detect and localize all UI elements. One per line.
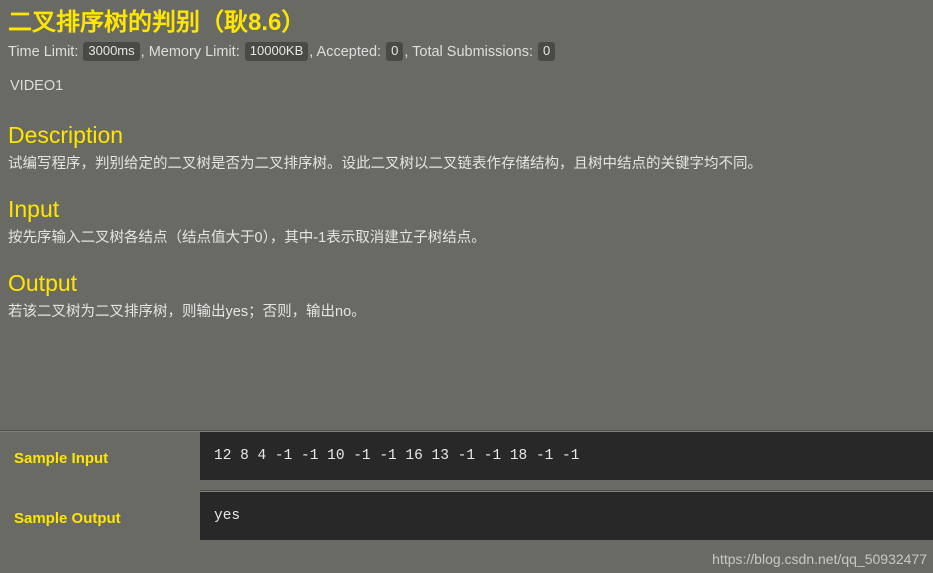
meta-comma-1: , <box>140 44 145 61</box>
problem-meta-line: Time Limit: 3000ms, Memory Limit: 10000K… <box>0 36 933 62</box>
sample-area: Sample Input 12 8 4 -1 -1 10 -1 -1 16 13… <box>0 430 933 540</box>
time-limit-value: 3000ms <box>83 42 140 62</box>
sample-output-label: Sample Output <box>14 510 121 527</box>
description-section: Description 试编写程序，判别给定的二叉树是否为二叉排序树。设此二叉树… <box>0 122 933 174</box>
video-link[interactable]: VIDEO1 <box>0 62 933 94</box>
description-heading: Description <box>8 122 124 149</box>
sample-output-content: yes <box>200 492 933 540</box>
total-submissions-count: 0 <box>538 42 556 62</box>
output-section: Output 若该二叉树为二叉排序树，则输出yes；否则，输出no。 <box>0 270 933 322</box>
accepted-label: Accepted: <box>316 44 382 61</box>
meta-comma-2: , <box>309 44 314 61</box>
output-body: 若该二叉树为二叉排序树，则输出yes；否则，输出no。 <box>8 304 366 321</box>
sample-input-content: 12 8 4 -1 -1 10 -1 -1 16 13 -1 -1 18 -1 … <box>200 432 933 480</box>
time-limit-label: Time Limit: <box>8 44 79 61</box>
input-heading: Input <box>8 196 60 223</box>
input-section: Input 按先序输入二叉树各结点（结点值大于0），其中-1表示取消建立子树结点… <box>0 196 933 248</box>
output-heading: Output <box>8 270 78 297</box>
sample-row-spacer <box>0 480 933 490</box>
page-title: 二叉排序树的判别（耿8.6） <box>8 9 306 36</box>
sample-output-row: Sample Output yes <box>0 492 933 540</box>
description-body: 试编写程序，判别给定的二叉树是否为二叉排序树。设此二叉树以二叉链表作存储结构，且… <box>8 156 762 173</box>
input-body: 按先序输入二叉树各结点（结点值大于0），其中-1表示取消建立子树结点。 <box>8 230 486 247</box>
watermark-text: https://blog.csdn.net/qq_50932477 <box>712 551 927 567</box>
meta-comma-3: , <box>404 44 409 61</box>
total-submissions-label: Total Submissions: <box>412 44 534 61</box>
memory-limit-value: 10000KB <box>244 42 309 62</box>
accepted-count: 0 <box>386 42 404 62</box>
sample-input-label: Sample Input <box>14 450 109 467</box>
memory-limit-label: Memory Limit: <box>148 44 240 61</box>
sample-input-row: Sample Input 12 8 4 -1 -1 10 -1 -1 16 13… <box>0 432 933 480</box>
